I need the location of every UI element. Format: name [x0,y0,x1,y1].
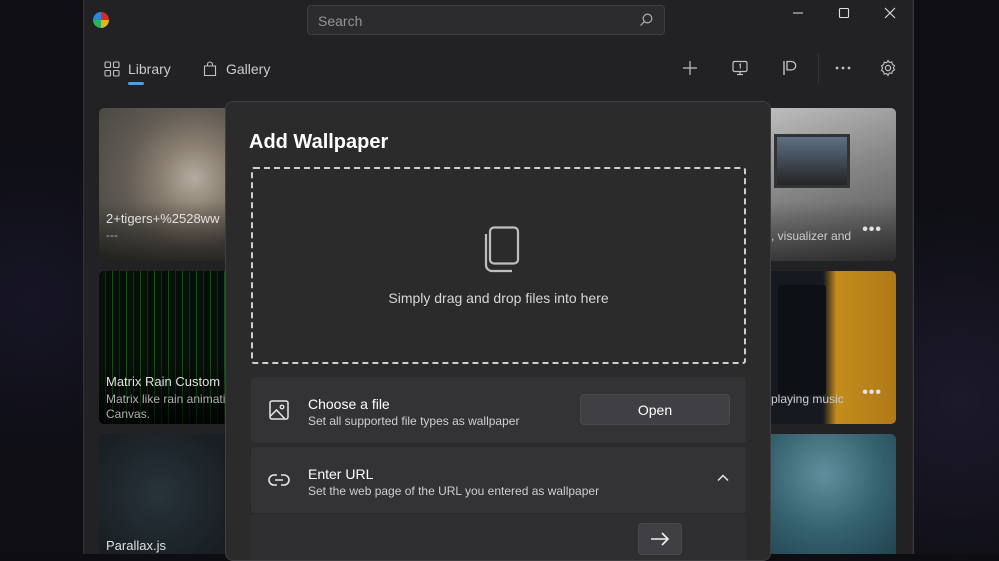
copy-icon [484,226,520,273]
chevron-up-icon[interactable] [716,471,730,485]
choose-file-option: Choose a file Set all supported file typ… [251,377,746,443]
enter-url-subtitle: Set the web page of the URL you entered … [308,484,600,498]
open-button[interactable]: Open [580,394,730,425]
link-icon [268,474,290,486]
drop-zone[interactable]: Simply drag and drop files into here [251,167,746,364]
enter-url-title: Enter URL [308,466,374,482]
dialog-title: Add Wallpaper [249,131,389,153]
arrow-right-icon [651,532,670,546]
enter-url-option[interactable]: Enter URL Set the web page of the URL yo… [251,447,746,513]
url-input-row [251,515,746,560]
drop-zone-text: Simply drag and drop files into here [388,290,609,306]
submit-url-button[interactable] [638,523,682,555]
image-icon [269,400,289,420]
choose-file-title: Choose a file [308,396,390,412]
choose-file-subtitle: Set all supported file types as wallpape… [308,414,520,428]
add-wallpaper-dialog: Add Wallpaper Simply drag and drop files… [225,101,771,561]
